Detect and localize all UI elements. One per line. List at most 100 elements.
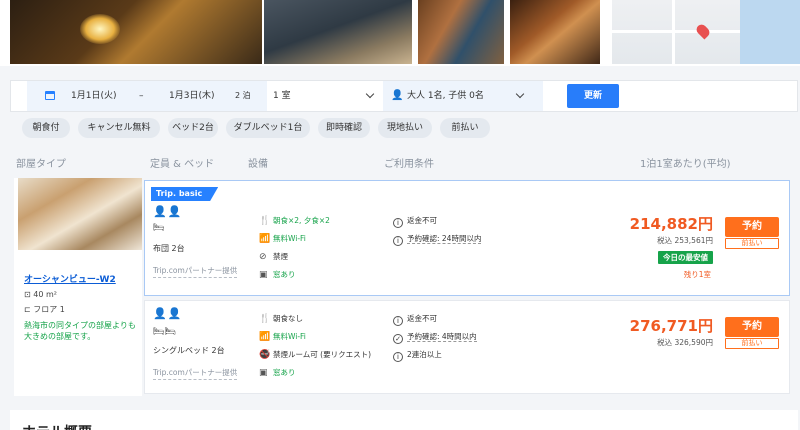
rate-price: 214,882円 — [629, 215, 713, 233]
filter-chip-pay-at-hotel[interactable]: 現地払い — [378, 118, 432, 138]
window-icon: ▣ — [259, 270, 268, 280]
room-size-note: 熱海市の同タイプの部屋よりも大きめの部屋です。 — [24, 321, 136, 341]
guest-value: 大人 1名, 子供 0名 — [407, 91, 484, 101]
facility-text: 窓あり — [273, 368, 296, 377]
trip-basic-tag: Trip. basic — [151, 187, 219, 201]
rooms-left-text: 残り1室 — [683, 270, 711, 279]
bed-type: 布団 2台 — [153, 244, 185, 253]
col-conditions: ご利用条件 — [384, 159, 434, 170]
condition-text: 予約確認: 24時間以内 — [407, 234, 482, 244]
condition-text: 予約確認: 4時間以内 — [407, 332, 477, 342]
hotel-photo-4[interactable] — [510, 0, 600, 64]
facility-text: 無料Wi-Fi — [273, 332, 306, 341]
map-sea — [740, 0, 800, 64]
tax-included-price: 税込 253,561円 — [657, 236, 713, 245]
date-separator: – — [139, 91, 144, 101]
room-type-panel: オーシャンビュー-W2 ⊡ 40 m² ⊏ フロア 1 熱海市の同タイプの部屋よ… — [14, 178, 142, 396]
date-range-picker[interactable]: 1月1日(火) – 1月3日(木) 2 泊 — [27, 81, 267, 111]
nights-count: 2 泊 — [235, 91, 251, 100]
facility-text: 禁煙 — [273, 252, 288, 261]
window-icon: ▣ — [259, 368, 268, 378]
filter-chip-instant-confirm[interactable]: 即時確認 — [318, 118, 370, 138]
facility-text: 窓あり — [273, 270, 296, 279]
floor-icon: ⊏ — [24, 305, 34, 314]
hotel-location-map[interactable] — [612, 0, 800, 64]
facility-text: 朝食×2, 夕食×2 — [273, 216, 330, 225]
room-area: ⊡ 40 m² — [24, 290, 57, 299]
check-circle-icon: ✓ — [393, 334, 403, 344]
condition-text: 2連泊以上 — [407, 350, 442, 359]
section-title: ホテル概要 — [22, 422, 92, 430]
bed-icon: 🛏🛏 — [153, 327, 176, 337]
room-table-header: 部屋タイプ 定員 & ベッド 設備 ご利用条件 1泊1室あたり(平均) — [10, 150, 798, 174]
no-smoking-icon: ⊘ — [259, 252, 267, 262]
col-capacity-bed: 定員 & ベッド — [150, 159, 215, 170]
info-icon: i — [393, 218, 403, 228]
meal-icon: 🍴 — [259, 216, 271, 226]
rate-plan-2: 👤👤 🛏🛏 シングルベッド 2台 Trip.comパートナー提供 🍴 朝食なし 📶… — [144, 300, 790, 394]
map-pin-icon — [694, 22, 712, 40]
filter-chip-two-beds[interactable]: ベッド2台 — [168, 118, 218, 138]
chevron-down-icon — [365, 89, 375, 99]
facility-text: 無料Wi-Fi — [273, 234, 306, 243]
rate-plan-1: Trip. basic 👤👤 🛏 布団 2台 Trip.comパートナー提供 🍴… — [144, 180, 790, 296]
facility-item: 🍴 朝食なし — [259, 313, 303, 324]
filter-chip-double-bed[interactable]: ダブルベッド1台 — [226, 118, 310, 138]
checkin-date: 1月1日(火) — [71, 91, 117, 101]
lowest-price-badge: 今日の最安値 — [658, 251, 713, 264]
hotel-photo-1[interactable] — [10, 0, 262, 64]
wifi-icon: 📶 — [259, 332, 271, 342]
condition-text: 返金不可 — [407, 314, 437, 323]
hotel-photo-2[interactable] — [264, 0, 412, 64]
col-room-type: 部屋タイプ — [16, 159, 66, 170]
tax-included-price: 税込 326,590円 — [657, 338, 713, 347]
partner-note: Trip.comパートナー提供 — [153, 265, 238, 278]
bed-icon: 🛏 — [153, 223, 165, 233]
condition-item: i 2連泊以上 — [393, 349, 442, 362]
room-floor: ⊏ フロア 1 — [24, 304, 65, 315]
col-price: 1泊1室あたり(平均) — [640, 159, 731, 170]
col-facilities: 設備 — [248, 159, 268, 170]
facility-item: ▣ 窓あり — [259, 367, 296, 378]
room-count-value: 1 室 — [273, 91, 291, 101]
filter-chip-breakfast[interactable]: 朝食付 — [22, 118, 70, 138]
condition-item: i 予約確認: 24時間以内 — [393, 233, 482, 246]
condition-item: ✓ 予約確認: 4時間以内 — [393, 331, 477, 344]
prepay-button[interactable]: 前払い — [725, 238, 779, 249]
smoking-room-icon: 🚭 — [259, 350, 271, 360]
filter-chip-prepay[interactable]: 前払い — [440, 118, 490, 138]
guest-select[interactable]: 👤 大人 1名, 子供 0名 — [383, 81, 543, 111]
occupancy-icon: 👤👤 — [153, 307, 183, 320]
checkout-date: 1月3日(木) — [169, 91, 215, 101]
room-area-value: 40 m² — [33, 290, 57, 299]
bed-type: シングルベッド 2台 — [153, 346, 225, 355]
meal-icon: 🍴 — [259, 314, 271, 324]
facility-item: 🍴 朝食×2, 夕食×2 — [259, 215, 330, 226]
facility-text: 朝食なし — [273, 314, 303, 323]
area-icon: ⊡ — [24, 290, 34, 299]
room-name-link[interactable]: オーシャンビュー-W2 — [24, 272, 116, 285]
info-icon: i — [393, 316, 403, 326]
room-search-bar: 1月1日(火) – 1月3日(木) 2 泊 1 室 👤 大人 1名, 子供 0名… — [10, 80, 798, 112]
facility-item: 🚭 禁煙ルーム可 (要リクエスト) — [259, 349, 371, 360]
book-button[interactable]: 予約 — [725, 317, 779, 337]
filter-chip-free-cancel[interactable]: キャンセル無料 — [78, 118, 160, 138]
condition-item: i 返金不可 — [393, 313, 437, 326]
room-floor-value: フロア 1 — [33, 305, 65, 314]
facility-item: ⊘ 禁煙 — [259, 251, 288, 262]
prepay-button[interactable]: 前払い — [725, 338, 779, 349]
info-icon: i — [393, 236, 403, 246]
facility-item: ▣ 窓あり — [259, 269, 296, 280]
facility-item: 📶 無料Wi-Fi — [259, 233, 306, 244]
occupancy-icon: 👤👤 — [153, 205, 183, 218]
condition-item: i 返金不可 — [393, 215, 437, 228]
room-count-select[interactable]: 1 室 — [269, 81, 381, 111]
person-icon: 👤 — [391, 90, 404, 101]
room-photo[interactable] — [18, 178, 142, 250]
update-button[interactable]: 更新 — [567, 84, 619, 108]
hotel-photo-3[interactable] — [418, 0, 504, 64]
photo-gallery — [0, 0, 800, 66]
book-button[interactable]: 予約 — [725, 217, 779, 237]
map-road — [612, 30, 742, 33]
hotel-overview-section: ホテル概要 — [10, 410, 798, 430]
